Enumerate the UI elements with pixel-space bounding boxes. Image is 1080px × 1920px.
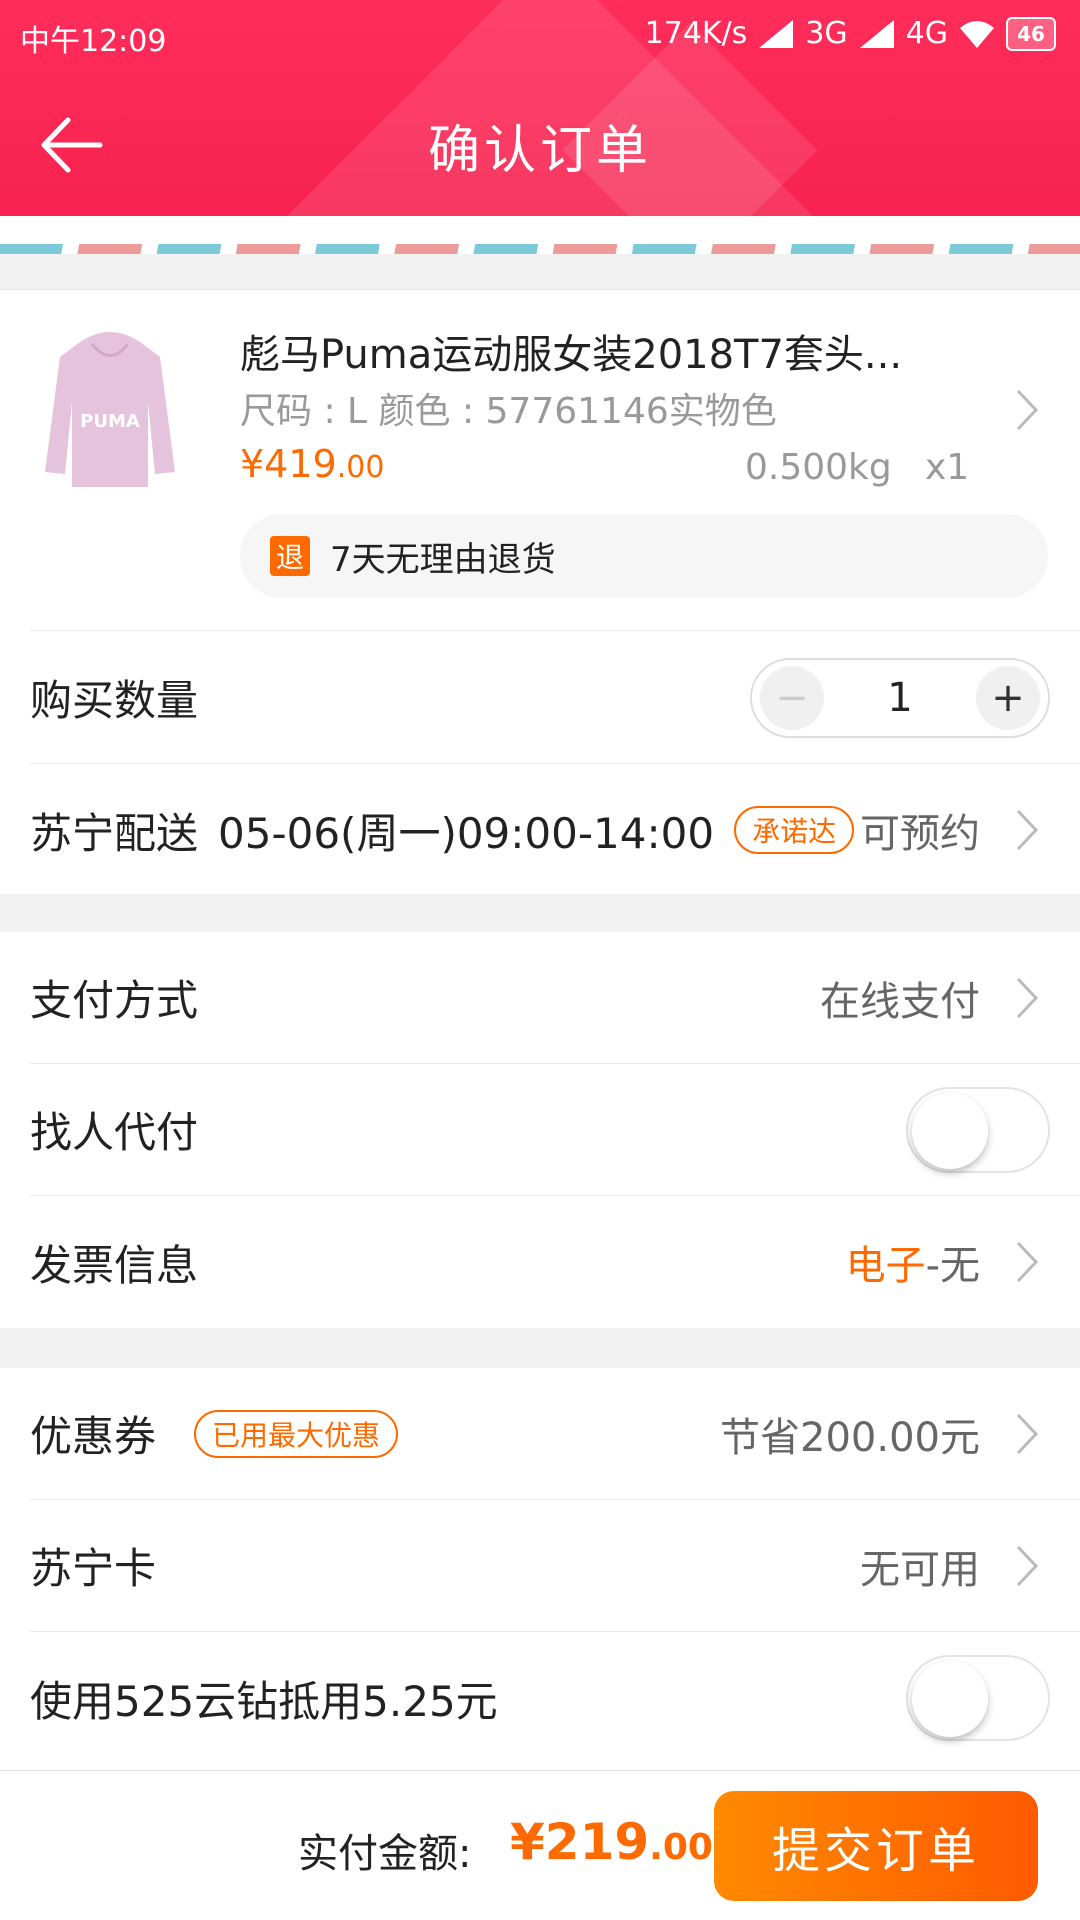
coupon-row[interactable]: 优惠券 已用最大优惠 节省200.00元	[30, 1368, 1080, 1500]
diamond-label: 使用525云钻抵用5.25元	[30, 1676, 498, 1726]
payment-method-row[interactable]: 支付方式 在线支付	[30, 932, 1080, 1064]
header-bar: 中午12:09 174K/s 3G 4G 46 确认订单	[0, 0, 1080, 216]
page-title: 确认订单	[427, 121, 652, 181]
product-weight: 0.500kg	[745, 447, 892, 488]
quantity-value[interactable]: 1	[887, 675, 912, 721]
suning-card-row[interactable]: 苏宁卡 无可用	[30, 1500, 1080, 1632]
product-thumbnail[interactable]: PUMA	[30, 322, 190, 492]
price-main: ¥419	[240, 442, 337, 486]
diamond-row: 使用525云钻抵用5.25元	[30, 1632, 1080, 1764]
proxy-pay-label: 找人代付	[30, 1108, 199, 1157]
delivery-tag: 承诺达	[734, 806, 855, 854]
product-spec: 尺码 : L 颜色 : 57761146实物色	[240, 391, 777, 432]
chevron-right-icon[interactable]	[1014, 807, 1040, 853]
battery-icon: 46	[1006, 16, 1056, 51]
suning-card-value: 无可用	[860, 1546, 980, 1593]
product-section: PUMA 彪马Puma运动服女装2018T7套头... 尺码 : L 颜色 : …	[0, 292, 1080, 894]
proxy-pay-row: 找人代付	[30, 1064, 1080, 1196]
status-bar: 中午12:09 174K/s 3G 4G 46	[0, 0, 1080, 72]
signal-icon	[759, 19, 794, 48]
submit-order-button[interactable]: 提交订单	[714, 1791, 1038, 1901]
invoice-type: 电子	[845, 1243, 926, 1289]
increase-button[interactable]: +	[975, 665, 1040, 730]
delivery-row[interactable]: 苏宁配送 05-06(周一)09:00-14:00 承诺达 可预约	[30, 764, 1080, 896]
thumb-brand: PUMA	[80, 411, 140, 432]
invoice-value: 电子-无	[846, 1233, 980, 1291]
quantity-stepper[interactable]: − 1 +	[750, 657, 1050, 738]
divider	[30, 630, 1080, 631]
product-price: ¥419.00	[240, 442, 384, 486]
toggle-knob	[912, 1661, 988, 1737]
section-gap	[0, 254, 1080, 290]
quantity-row: 购买数量 − 1 +	[30, 632, 1080, 764]
diamond-toggle[interactable]	[906, 1655, 1050, 1741]
coupon-label: 优惠券	[30, 1412, 157, 1461]
product-qty: x1	[925, 447, 970, 488]
price-cents: .00	[336, 450, 385, 485]
pay-main: ¥219	[510, 1813, 650, 1871]
checkout-bar: 实付金额: ¥219.00 提交订单	[0, 1770, 1080, 1920]
coupon-value: 节省200.00元	[720, 1414, 980, 1461]
delivery-time: 05-06(周一)09:00-14:00	[218, 808, 715, 858]
return-badge: 退	[270, 536, 310, 576]
delivery-label: 苏宁配送	[30, 808, 199, 858]
return-text: 7天无理由退货	[330, 539, 556, 580]
network-type: 4G	[905, 16, 948, 51]
delivery-value: 可预约	[860, 811, 980, 857]
quantity-label: 购买数量	[30, 676, 199, 725]
network-type: 3G	[805, 16, 848, 51]
wifi-icon	[960, 20, 994, 48]
status-time: 中午12:09	[20, 24, 167, 59]
chevron-right-icon[interactable]	[1014, 1543, 1040, 1589]
address-stripe	[0, 216, 1080, 292]
invoice-row[interactable]: 发票信息 电子-无	[30, 1196, 1080, 1328]
pay-label: 实付金额:	[298, 1831, 472, 1877]
return-policy: 退 7天无理由退货	[240, 514, 1048, 598]
payment-label: 支付方式	[30, 976, 199, 1025]
discount-section: 优惠券 已用最大优惠 节省200.00元 苏宁卡 无可用 使用525云钻抵用5.…	[0, 1368, 1080, 1770]
chevron-right-icon[interactable]	[1014, 975, 1040, 1021]
coupon-tag: 已用最大优惠	[194, 1409, 399, 1458]
chevron-right-icon[interactable]	[1014, 387, 1040, 433]
product-title[interactable]: 彪马Puma运动服女装2018T7套头...	[240, 322, 902, 380]
decrease-button[interactable]: −	[760, 665, 824, 730]
pay-cents: .00	[649, 1827, 713, 1868]
chevron-right-icon[interactable]	[1014, 1239, 1040, 1285]
pay-amount: ¥219.00	[510, 1813, 713, 1871]
invoice-label: 发票信息	[30, 1240, 199, 1290]
signal-icon	[859, 19, 894, 48]
proxy-pay-toggle[interactable]	[906, 1086, 1050, 1173]
toggle-knob	[912, 1092, 988, 1169]
net-speed: 174K/s	[644, 16, 748, 51]
payment-section: 支付方式 在线支付 找人代付 发票信息 电子-无	[0, 932, 1080, 1328]
payment-value: 在线支付	[820, 978, 980, 1025]
chevron-right-icon[interactable]	[1014, 1411, 1040, 1457]
stripe-decoration	[0, 244, 1080, 254]
suning-card-label: 苏宁卡	[30, 1544, 157, 1593]
invoice-detail: -无	[925, 1243, 980, 1289]
